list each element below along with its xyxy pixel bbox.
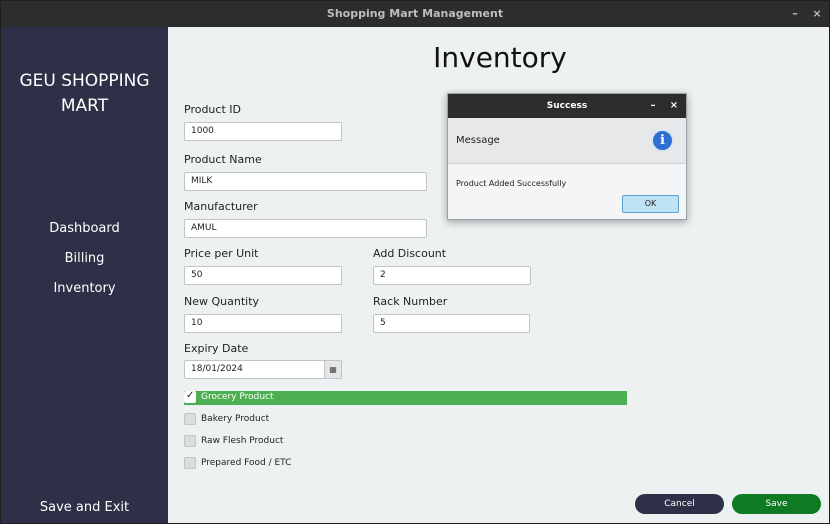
expiry-date-picker[interactable]: 18/01/2024 ▦: [184, 360, 342, 379]
checkmark-icon: ✓: [186, 390, 195, 401]
dialog-title-bar: Success – ×: [448, 94, 686, 118]
product-id-field[interactable]: 1000: [184, 122, 342, 141]
checkbox-label: Grocery Product: [201, 392, 274, 402]
brand-name: GEU SHOPPING MART: [1, 69, 168, 119]
grocery-product-checkbox[interactable]: ✓ Grocery Product: [184, 390, 627, 405]
new-quantity-field[interactable]: 10: [184, 314, 342, 333]
checkbox-label: Raw Flesh Product: [201, 436, 284, 446]
manufacturer-field[interactable]: AMUL: [184, 219, 427, 238]
expiry-date-label: Expiry Date: [184, 342, 249, 355]
rack-number-field[interactable]: 5: [373, 314, 530, 333]
product-name-label: Product Name: [184, 153, 262, 166]
page-title-text: Inventory: [433, 41, 567, 74]
product-name-field[interactable]: MILK: [184, 172, 427, 191]
rack-number-label: Rack Number: [373, 295, 448, 308]
close-button[interactable]: ×: [810, 1, 824, 27]
new-quantity-label: New Quantity: [184, 295, 260, 308]
product-id-label: Product ID: [184, 103, 241, 116]
brand-line-2: MART: [60, 96, 109, 116]
calendar-icon[interactable]: ▦: [324, 361, 341, 378]
price-per-unit-field[interactable]: 50: [184, 266, 342, 285]
dialog-header-text: Message: [456, 135, 500, 146]
ok-button[interactable]: OK: [622, 195, 679, 213]
checkbox-box: ✓: [184, 390, 196, 403]
dialog-close-button[interactable]: ×: [668, 94, 680, 118]
dialog-title: Success: [546, 101, 588, 111]
checkbox-label: Bakery Product: [201, 414, 270, 424]
window-title: Shopping Mart Management: [326, 7, 504, 20]
title-bar: Shopping Mart Management – ×: [1, 1, 829, 27]
add-discount-label: Add Discount: [373, 247, 447, 260]
dialog-message: Product Added Successfully: [456, 179, 567, 188]
sidebar-item-dashboard[interactable]: Dashboard: [1, 221, 168, 236]
brand-line-1: GEU SHOPPING: [19, 71, 150, 91]
checkbox-box: [184, 413, 196, 425]
sidebar-item-billing[interactable]: Billing: [1, 251, 168, 266]
save-button[interactable]: Save: [732, 494, 821, 514]
cancel-button[interactable]: Cancel: [635, 494, 724, 514]
checkbox-box: [184, 435, 196, 447]
manufacturer-label: Manufacturer: [184, 200, 258, 213]
dialog-header: Message i: [448, 118, 686, 164]
success-dialog: Success – × Message i Product Added Succ…: [447, 93, 687, 220]
add-discount-field[interactable]: 2: [373, 266, 531, 285]
save-and-exit-button[interactable]: Save and Exit: [1, 500, 168, 515]
expiry-date-value: 18/01/2024: [191, 364, 243, 374]
sidebar: GEU SHOPPING MART Dashboard Billing Inve…: [1, 27, 168, 523]
page-title: Inventory: [168, 41, 829, 74]
checkbox-box: [184, 457, 196, 469]
info-icon: i: [651, 129, 674, 152]
sidebar-item-inventory[interactable]: Inventory: [1, 281, 168, 296]
minimize-button[interactable]: –: [788, 1, 802, 27]
checkbox-label: Prepared Food / ETC: [201, 458, 292, 468]
price-per-unit-label: Price per Unit: [184, 247, 259, 260]
dialog-minimize-button[interactable]: –: [647, 94, 659, 118]
app-window: Shopping Mart Management – × GEU SHOPPIN…: [1, 1, 829, 523]
